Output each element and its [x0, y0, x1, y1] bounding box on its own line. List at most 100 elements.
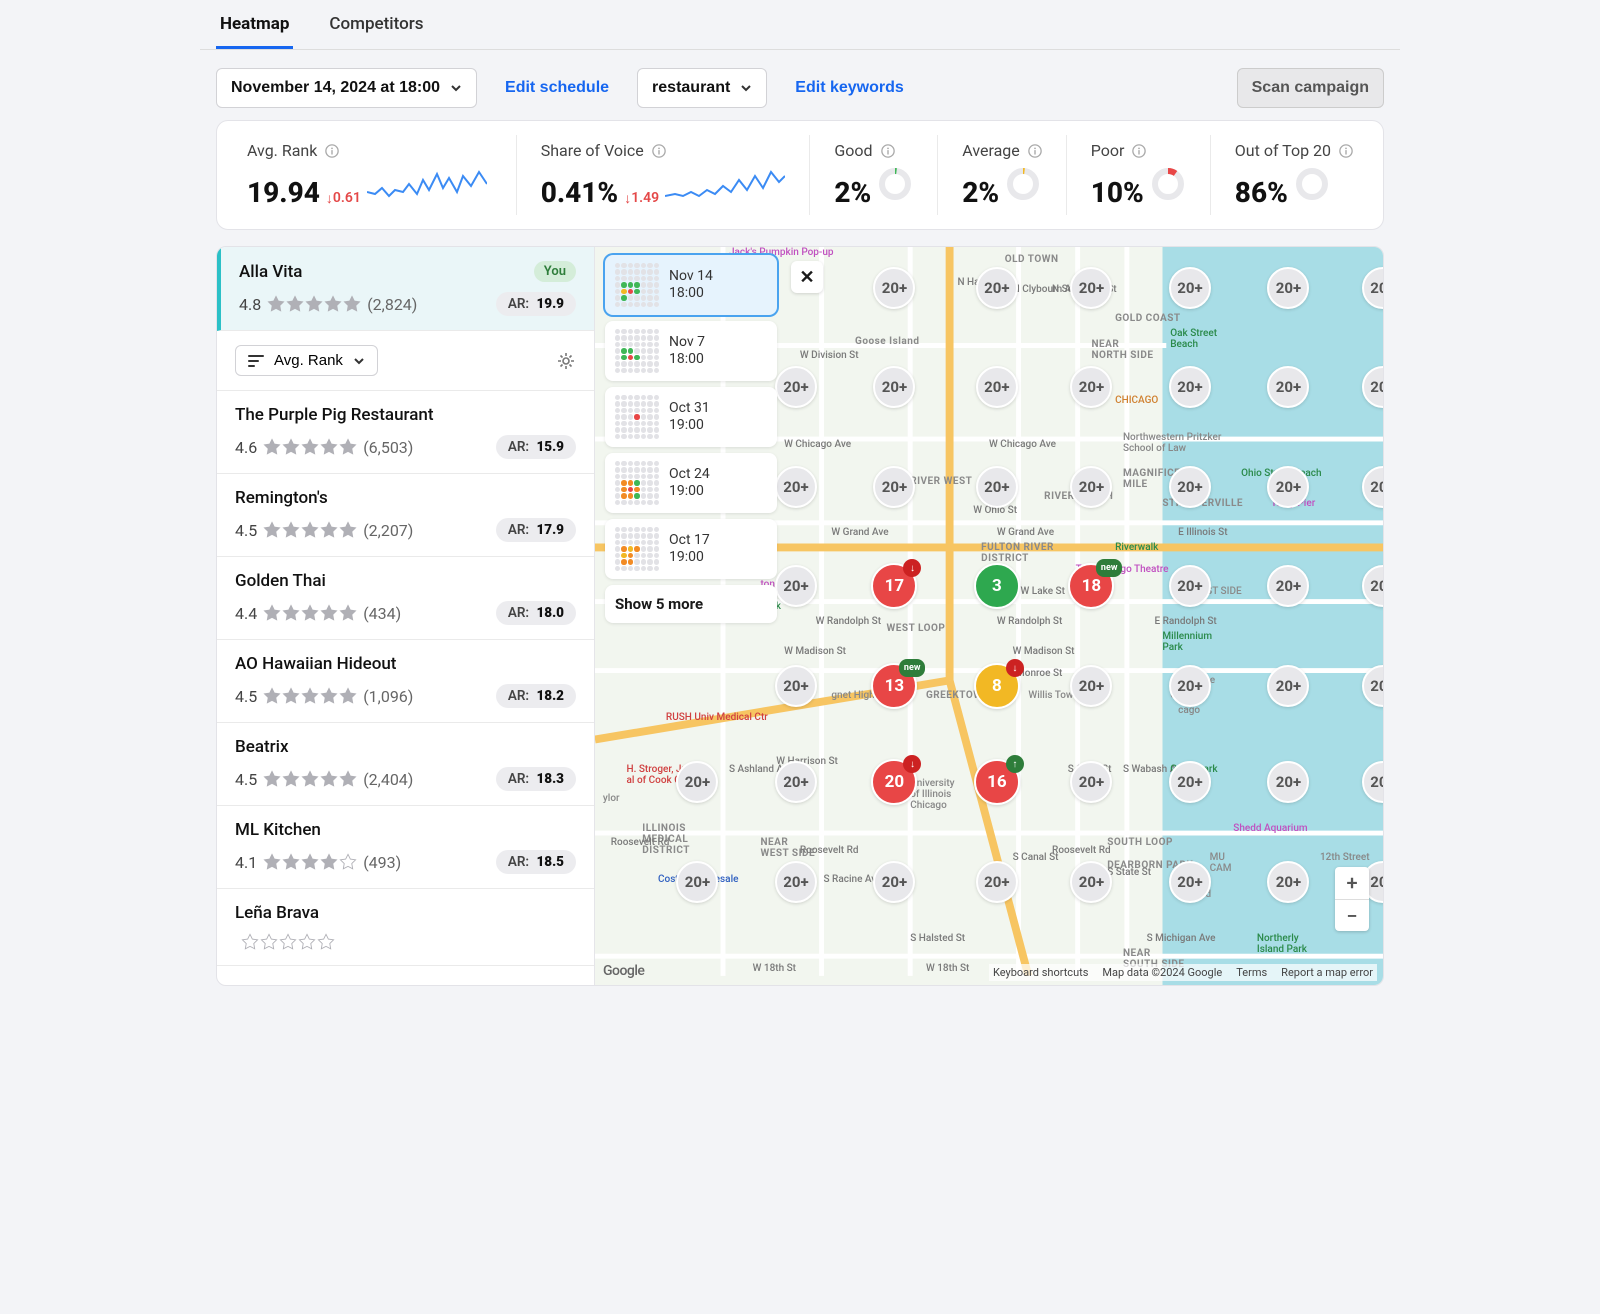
history-item[interactable]: Oct 3119:00	[605, 387, 777, 447]
map-pin-out[interactable]: 20+	[1070, 861, 1112, 903]
map-pin-out[interactable]: 20+	[775, 665, 817, 707]
terms-link[interactable]: Terms	[1236, 966, 1267, 979]
map-pin-out[interactable]: 20+	[1267, 366, 1309, 408]
tab-competitors[interactable]: Competitors	[325, 0, 427, 49]
business-list-item[interactable]: The Purple Pig Restaurant 4.6 (6,503) AR…	[217, 391, 594, 474]
edit-schedule-link[interactable]: Edit schedule	[491, 69, 623, 107]
info-icon[interactable]	[1028, 144, 1042, 158]
keyword-picker[interactable]: restaurant	[637, 68, 767, 108]
business-list-item[interactable]: AO Hawaiian Hideout 4.5 (1,096) AR: 18.2	[217, 640, 594, 723]
date-picker[interactable]: November 14, 2024 at 18:00	[216, 68, 477, 108]
map-pin-rank[interactable]: 8↓	[974, 663, 1020, 709]
rating-block: 4.1 (493)	[235, 853, 401, 872]
rating-value: 4.4	[235, 604, 257, 623]
map-pin-out[interactable]: 20+	[1070, 665, 1112, 707]
rating-value: 4.1	[235, 853, 257, 872]
map-pin-out[interactable]: 20+	[1169, 761, 1211, 803]
map-pin-out[interactable]: 20+	[1169, 366, 1211, 408]
history-item[interactable]: Nov 718:00	[605, 321, 777, 381]
business-name: Alla Vita	[239, 262, 302, 282]
business-list-item[interactable]: Golden Thai 4.4 (434) AR: 18.0	[217, 557, 594, 640]
history-item[interactable]: Nov 1418:00	[605, 255, 777, 315]
map-pin-out[interactable]: 20+	[1267, 861, 1309, 903]
map-pin-out[interactable]: 20+	[976, 861, 1018, 903]
pin-badge-down: ↓	[903, 559, 921, 577]
map-pin-rank[interactable]: 18new	[1068, 563, 1114, 609]
business-list-item[interactable]: Leña Brava	[217, 889, 594, 966]
review-count: (2,824)	[367, 295, 417, 314]
info-icon[interactable]	[881, 144, 895, 158]
zoom-in-button[interactable]: +	[1335, 867, 1369, 899]
chevron-down-icon	[450, 82, 462, 94]
stars-icon	[263, 521, 357, 539]
zoom-out-button[interactable]: −	[1335, 899, 1369, 931]
map-pin-out[interactable]: 20+	[676, 761, 718, 803]
business-list-item[interactable]: ML Kitchen 4.1 (493) AR: 18.5	[217, 806, 594, 889]
close-history-button[interactable]: ✕	[791, 261, 823, 293]
map-pin-out[interactable]: 20+	[976, 466, 1018, 508]
business-list-item[interactable]: Beatrix 4.5 (2,404) AR: 18.3	[217, 723, 594, 806]
map-pin-out[interactable]: 20+	[1267, 267, 1309, 309]
map-pin-out[interactable]: 20+	[1070, 466, 1112, 508]
scan-campaign-button[interactable]: Scan campaign	[1237, 68, 1384, 108]
map-pin-out[interactable]: 20+	[976, 366, 1018, 408]
chevron-down-icon	[353, 355, 365, 367]
pin-badge-new: new	[899, 659, 926, 677]
map-pin-rank[interactable]: 13new	[871, 663, 917, 709]
keyboard-shortcuts-link[interactable]: Keyboard shortcuts	[993, 966, 1088, 979]
map-pin-out[interactable]: 20+	[1070, 267, 1112, 309]
business-list-item[interactable]: Remington's 4.5 (2,207) AR: 17.9	[217, 474, 594, 557]
report-error-link[interactable]: Report a map error	[1281, 966, 1373, 979]
map-pin-out[interactable]: 20+	[1169, 861, 1211, 903]
map-pin-out[interactable]: 20+	[775, 761, 817, 803]
map-pin-out[interactable]: 20+	[676, 861, 718, 903]
map[interactable]: OLD TOWNGOLD COASTNEARNORTH SIDEGoose Is…	[595, 247, 1383, 985]
rating-block: 4.5 (2,404)	[235, 770, 413, 789]
map-pin-rank[interactable]: 3	[974, 563, 1020, 609]
map-pin-out[interactable]: 20+	[1169, 665, 1211, 707]
tab-heatmap[interactable]: Heatmap	[216, 0, 293, 49]
donut-icon	[1005, 166, 1041, 202]
history-date-label: Oct 2419:00	[669, 466, 710, 501]
map-pin-out[interactable]: 20+	[775, 466, 817, 508]
map-pin-out[interactable]: 20+	[775, 565, 817, 607]
rating-value: 4.5	[235, 521, 257, 540]
map-pin-out[interactable]: 20+	[873, 267, 915, 309]
rating-block: 4.4 (434)	[235, 604, 401, 623]
info-icon[interactable]	[1132, 144, 1146, 158]
map-pin-out[interactable]: 20+	[775, 861, 817, 903]
map-pin-out[interactable]: 20+	[1169, 466, 1211, 508]
map-pin-out[interactable]: 20+	[1267, 466, 1309, 508]
info-icon[interactable]	[1339, 144, 1353, 158]
history-thumb-icon	[615, 395, 659, 439]
map-pin-rank[interactable]: 16↑	[974, 759, 1020, 805]
metric-delta: ↓0.61	[326, 189, 361, 206]
info-icon[interactable]	[652, 144, 666, 158]
map-pin-out[interactable]: 20+	[775, 366, 817, 408]
pin-badge-up: ↑	[1006, 755, 1024, 773]
history-item[interactable]: Oct 1719:00	[605, 519, 777, 579]
map-pin-out[interactable]: 20+	[1070, 366, 1112, 408]
info-icon[interactable]	[325, 144, 339, 158]
map-pin-out[interactable]: 20+	[1267, 565, 1309, 607]
edit-keywords-link[interactable]: Edit keywords	[781, 69, 917, 107]
stars-icon	[263, 853, 357, 871]
map-pin-rank[interactable]: 17↓	[871, 563, 917, 609]
map-pin-out[interactable]: 20+	[1070, 761, 1112, 803]
map-pin-out[interactable]: 20+	[1267, 761, 1309, 803]
map-pin-out[interactable]: 20+	[1169, 267, 1211, 309]
business-list-item[interactable]: Alla Vita You 4.8 (2,824) AR: 19.9	[217, 247, 594, 331]
map-pin-out[interactable]: 20+	[1267, 665, 1309, 707]
toolbar: November 14, 2024 at 18:00 Edit schedule…	[200, 50, 1400, 120]
map-pin-out[interactable]: 20+	[873, 861, 915, 903]
sort-button[interactable]: Avg. Rank	[235, 345, 378, 376]
map-pin-out[interactable]: 20+	[976, 267, 1018, 309]
history-show-more[interactable]: Show 5 more	[605, 585, 777, 623]
map-pin-out[interactable]: 20+	[1169, 565, 1211, 607]
stars-icon	[263, 438, 357, 456]
map-pin-out[interactable]: 20+	[873, 366, 915, 408]
gear-icon[interactable]	[556, 351, 576, 371]
map-pin-out[interactable]: 20+	[873, 466, 915, 508]
map-pin-rank[interactable]: 20↓	[871, 759, 917, 805]
history-item[interactable]: Oct 2419:00	[605, 453, 777, 513]
